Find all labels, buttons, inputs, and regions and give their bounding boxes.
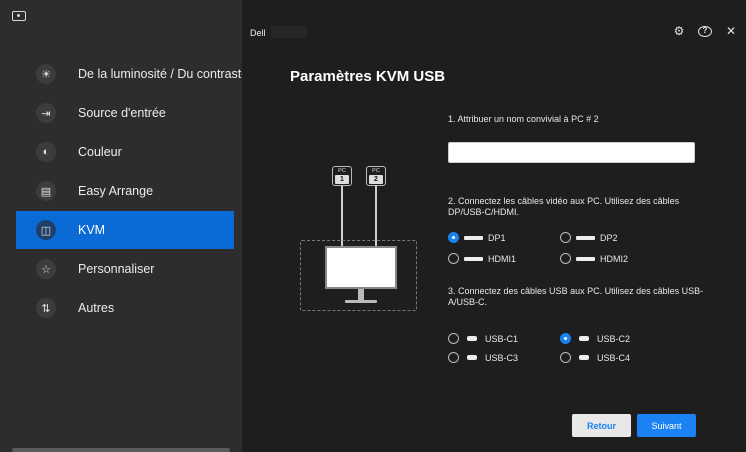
sidebar-item-label: De la luminosité / Du contraste [78, 67, 249, 81]
hdmi-connector-icon [464, 256, 483, 261]
step3-label: 3. Connectez des câbles USB aux PC. Util… [448, 286, 704, 307]
usb-option-usb-c2[interactable]: USB-C2 [560, 333, 630, 344]
sidebar-item-label: KVM [78, 223, 106, 237]
video-option-label: DP2 [600, 232, 618, 243]
sidebar-scrollbar[interactable] [12, 448, 230, 452]
usb-option-usb-c4[interactable]: USB-C4 [560, 352, 630, 363]
pc1-cable [341, 186, 343, 246]
usb-c-connector-icon [579, 355, 589, 360]
step1-label: 1. Attribuer un nom convivial à PC # 2 [448, 114, 599, 124]
pc2-tag-label: PC [372, 168, 380, 174]
hdmi-connector-icon [576, 256, 595, 261]
brand-label: Dell [250, 28, 266, 38]
close-icon[interactable]: ✕ [724, 24, 738, 38]
sidebar-nav: ☀ De la luminosité / Du contraste ⇥ Sour… [0, 55, 248, 328]
easy-arrange-icon: ▤ [36, 181, 56, 201]
help-icon[interactable]: ? [698, 25, 712, 37]
input-source-icon: ⇥ [36, 103, 56, 123]
sidebar-item-input-source[interactable]: ⇥ Source d'entrée [0, 94, 242, 132]
video-option-dp1[interactable]: DP1 [448, 232, 506, 243]
video-option-dp2[interactable]: DP2 [560, 232, 618, 243]
sidebar-item-others[interactable]: ⇅ Autres [0, 289, 242, 327]
sidebar: ☀ De la luminosité / Du contraste ⇥ Sour… [0, 0, 248, 452]
sidebar-item-label: Source d'entrée [78, 106, 166, 120]
sidebar-item-personalize[interactable]: ☆ Personnaliser [0, 250, 242, 288]
settings-icon[interactable]: ⚙ [672, 24, 686, 38]
sidebar-item-easy-arrange[interactable]: ▤ Easy Arrange [0, 172, 242, 210]
sidebar-item-label: Couleur [78, 145, 122, 159]
pc1-tag: PC 1 [332, 166, 352, 186]
usb-c-connector-icon [467, 355, 477, 360]
monitor-app-icon [12, 11, 26, 21]
video-option-hdmi2[interactable]: HDMI2 [560, 253, 628, 264]
sidebar-item-label: Autres [78, 301, 115, 315]
dp-connector-icon [464, 235, 483, 240]
radio-unselected[interactable] [560, 253, 571, 264]
pc2-tag: PC 2 [366, 166, 386, 186]
monitor-stand-base [345, 300, 377, 303]
usb-c-connector-icon [467, 336, 477, 341]
next-button[interactable]: Suivant [637, 414, 696, 437]
back-button[interactable]: Retour [572, 414, 631, 437]
radio-selected[interactable] [448, 232, 459, 243]
sidebar-item-brightness-contrast[interactable]: ☀ De la luminosité / Du contraste [0, 55, 248, 93]
model-name-redacted [271, 26, 307, 38]
usb-option-usb-c1[interactable]: USB-C1 [448, 333, 518, 344]
video-option-label: DP1 [488, 232, 506, 243]
pc1-tag-label: PC [338, 168, 346, 174]
step2-label: 2. Connectez les câbles vidéo aux PC. Ut… [448, 196, 680, 217]
window-controls: ⚙ ? ✕ [672, 24, 738, 38]
pc2-tag-number: 2 [369, 175, 383, 184]
kvm-icon: ◫ [36, 220, 56, 240]
usb-option-label: USB-C3 [485, 352, 519, 363]
sidebar-item-label: Personnaliser [78, 262, 155, 276]
radio-unselected[interactable] [560, 232, 571, 243]
friendly-name-input[interactable] [448, 142, 695, 163]
page-title: Paramètres KVM USB [290, 68, 446, 85]
star-icon: ☆ [36, 259, 56, 279]
monitor-illustration [325, 246, 397, 289]
usb-option-label: USB-C1 [485, 333, 519, 344]
radio-unselected[interactable] [448, 253, 459, 264]
others-icon: ⇅ [36, 298, 56, 318]
pc2-cable [375, 186, 377, 246]
usb-option-label: USB-C4 [597, 352, 631, 363]
video-option-hdmi1[interactable]: HDMI1 [448, 253, 516, 264]
main-panel: Dell ⚙ ? ✕ Paramètres KVM USB PC 1 PC 2 … [242, 0, 746, 452]
dp-connector-icon [576, 235, 595, 240]
brightness-icon: ☀ [36, 64, 56, 84]
sidebar-item-color[interactable]: ◐ Couleur [0, 133, 242, 171]
color-icon: ◐ [36, 142, 56, 162]
radio-selected[interactable] [560, 333, 571, 344]
radio-unselected[interactable] [448, 352, 459, 363]
usb-option-usb-c3[interactable]: USB-C3 [448, 352, 518, 363]
sidebar-item-label: Easy Arrange [78, 184, 154, 198]
video-option-label: HDMI2 [600, 253, 629, 264]
usb-option-label: USB-C2 [597, 333, 631, 344]
usb-c-connector-icon [579, 336, 589, 341]
pc1-tag-number: 1 [335, 175, 349, 184]
sidebar-item-kvm[interactable]: ◫ KVM [16, 211, 234, 249]
radio-unselected[interactable] [448, 333, 459, 344]
video-option-label: HDMI1 [488, 253, 517, 264]
radio-unselected[interactable] [560, 352, 571, 363]
